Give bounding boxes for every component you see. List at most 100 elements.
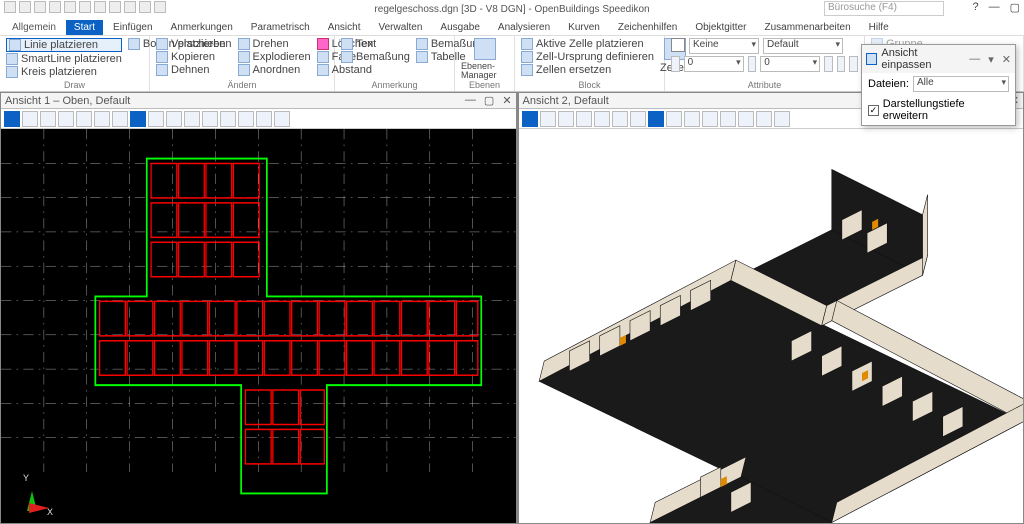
layer-combo[interactable]: Keine	[689, 38, 759, 54]
place-line-button[interactable]: Linie platzieren	[6, 38, 122, 52]
qat-undo-icon[interactable]	[49, 1, 61, 13]
v1-tb-1[interactable]	[4, 111, 20, 127]
attr3-icon[interactable]	[824, 56, 833, 72]
v2-tb-9[interactable]	[666, 111, 682, 127]
tab-curves[interactable]: Kurven	[560, 20, 608, 35]
v1-tb-3[interactable]	[40, 111, 56, 127]
copy-button[interactable]: Kopieren	[156, 51, 232, 63]
tab-help[interactable]: Hilfe	[861, 20, 897, 35]
depth-checkbox[interactable]: ✓	[868, 105, 879, 116]
weight-combo[interactable]: 0	[684, 56, 744, 72]
attr2-icon[interactable]	[748, 56, 757, 72]
v2-tb-8[interactable]	[648, 111, 664, 127]
qat-open-icon[interactable]	[19, 1, 31, 13]
v2-tb-12[interactable]	[720, 111, 736, 127]
place-circle-button[interactable]: Kreis platzieren	[6, 66, 122, 78]
v1-tb-9[interactable]	[148, 111, 164, 127]
v2-tb-15[interactable]	[774, 111, 790, 127]
dim-icon	[341, 51, 353, 63]
tab-drawaids[interactable]: Zeichenhilfen	[610, 20, 685, 35]
qat-ext4-icon[interactable]	[154, 1, 166, 13]
tab-annotations[interactable]: Anmerkungen	[163, 20, 241, 35]
v1-tb-2[interactable]	[22, 111, 38, 127]
qat-new-icon[interactable]	[4, 1, 16, 13]
array-button[interactable]: Anordnen	[238, 64, 311, 76]
style-combo[interactable]: Default	[763, 38, 843, 54]
axis-gizmo: Y X	[9, 475, 49, 515]
attr1-icon[interactable]	[671, 56, 680, 72]
v1-tb-11[interactable]	[184, 111, 200, 127]
cell-origin-button[interactable]: Zell-Ursprung definieren	[521, 51, 654, 63]
tab-analyze[interactable]: Analysieren	[490, 20, 558, 35]
v2-tb-1[interactable]	[522, 111, 538, 127]
group-label-annot: Anmerkung	[341, 80, 448, 91]
tab-output[interactable]: Ausgabe	[432, 20, 487, 35]
tab-parametric[interactable]: Parametrisch	[243, 20, 318, 35]
v1-tb-5[interactable]	[76, 111, 92, 127]
v1-tb-13[interactable]	[220, 111, 236, 127]
v1-tb-6[interactable]	[94, 111, 110, 127]
qat-more-icon[interactable]	[94, 1, 106, 13]
stretch-button[interactable]: Dehnen	[156, 64, 232, 76]
v2-tb-5[interactable]	[594, 111, 610, 127]
qat-redo-icon[interactable]	[64, 1, 76, 13]
smartline-icon	[6, 53, 18, 65]
work-area: Ansicht 1 – Oben, Default —▢✕	[0, 92, 1024, 524]
qat-print-icon[interactable]	[79, 1, 91, 13]
move-button[interactable]: Verschieben	[156, 38, 232, 50]
tab-view[interactable]: Ansicht	[320, 20, 369, 35]
v1-tb-16[interactable]	[274, 111, 290, 127]
qat-ext2-icon[interactable]	[124, 1, 136, 13]
v2-tb-7[interactable]	[630, 111, 646, 127]
v2-tb-4[interactable]	[576, 111, 592, 127]
rotate-button[interactable]: Drehen	[238, 38, 311, 50]
tab-start[interactable]: Start	[66, 20, 103, 35]
fit-view-dialog[interactable]: Ansicht einpassen —▾✕ Dateien: Alle ✓ Da…	[861, 44, 1016, 126]
v1-tb-8[interactable]	[130, 111, 146, 127]
qat-ext1-icon[interactable]	[109, 1, 121, 13]
v1-min-icon[interactable]: —	[465, 94, 476, 107]
v2-tb-14[interactable]	[756, 111, 772, 127]
tab-insert[interactable]: Einfügen	[105, 20, 160, 35]
explode-button[interactable]: Explodieren	[238, 51, 311, 63]
v2-tb-2[interactable]	[540, 111, 556, 127]
attr4-icon[interactable]	[837, 56, 846, 72]
place-cell-button[interactable]: Aktive Zelle platzieren	[521, 38, 654, 50]
dlg-close-icon[interactable]: ✕	[1002, 53, 1011, 66]
tab-collab[interactable]: Zusammenarbeiten	[756, 20, 858, 35]
v1-close-icon[interactable]: ✕	[502, 94, 511, 107]
lstyle-combo[interactable]: 0	[760, 56, 820, 72]
v2-tb-13[interactable]	[738, 111, 754, 127]
v1-tb-10[interactable]	[166, 111, 182, 127]
qat-ext3-icon[interactable]	[139, 1, 151, 13]
place-smartline-button[interactable]: SmartLine platzieren	[6, 53, 122, 65]
v1-tb-4[interactable]	[58, 111, 74, 127]
qat-save-icon[interactable]	[34, 1, 46, 13]
help-icon[interactable]: ?	[972, 1, 978, 14]
view-1-canvas[interactable]: Y X	[1, 129, 516, 523]
tab-objectgrid[interactable]: Objektgitter	[687, 20, 754, 35]
dlg-pin-icon[interactable]: ▾	[988, 53, 994, 66]
v1-tb-15[interactable]	[256, 111, 272, 127]
maximize-icon[interactable]: ▢	[1010, 1, 1020, 14]
v1-tb-7[interactable]	[112, 111, 128, 127]
v1-tb-14[interactable]	[238, 111, 254, 127]
cell-replace-button[interactable]: Zellen ersetzen	[521, 64, 654, 76]
tab-file[interactable]: Allgemein	[4, 20, 64, 35]
v2-tb-3[interactable]	[558, 111, 574, 127]
layer-manager-button[interactable]: Ebenen-Manager	[461, 38, 508, 80]
search-input[interactable]: Bürosuche (F4)	[824, 1, 944, 16]
dlg-min-icon[interactable]: —	[969, 53, 980, 66]
dim-button[interactable]: Bemaßung	[341, 51, 410, 63]
minimize-icon[interactable]: —	[989, 1, 1000, 14]
v2-tb-6[interactable]	[612, 111, 628, 127]
v1-tb-12[interactable]	[202, 111, 218, 127]
files-combo[interactable]: Alle	[913, 76, 1009, 92]
v2-tb-10[interactable]	[684, 111, 700, 127]
attr5-icon[interactable]	[849, 56, 858, 72]
text-button[interactable]: Text	[341, 38, 410, 50]
tab-manage[interactable]: Verwalten	[371, 20, 431, 35]
v2-tb-11[interactable]	[702, 111, 718, 127]
view-2-canvas[interactable]	[519, 129, 1023, 523]
v1-max-icon[interactable]: ▢	[484, 94, 494, 107]
